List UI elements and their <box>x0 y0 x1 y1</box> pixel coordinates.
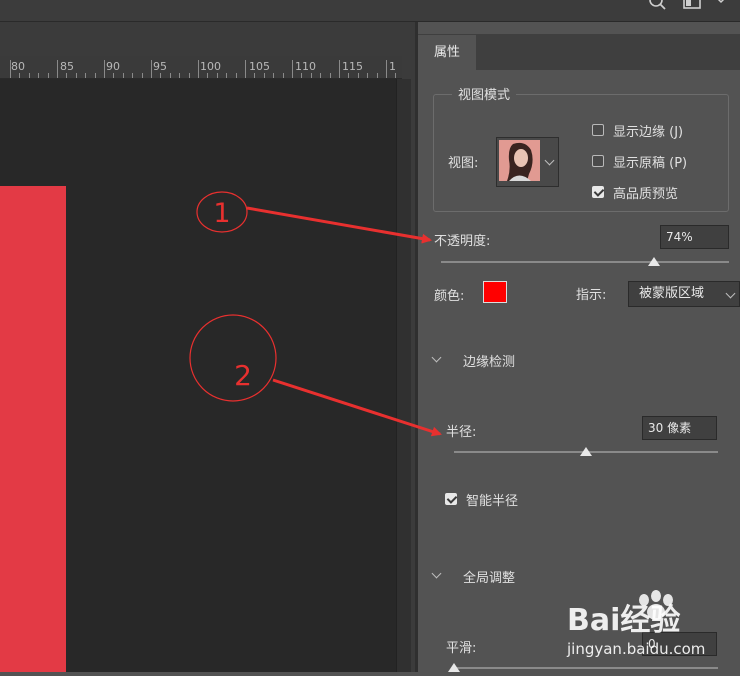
ruler-tick <box>348 73 349 78</box>
ruler-label: 100 <box>200 60 221 73</box>
red-shape <box>0 186 66 672</box>
ruler-tick <box>113 73 114 78</box>
ruler-tick <box>85 73 86 78</box>
show-original-checkbox[interactable] <box>592 155 604 167</box>
ruler-tick <box>66 73 67 78</box>
ruler-tick <box>273 73 274 78</box>
ruler-tick <box>76 73 77 78</box>
ruler-tick <box>170 73 171 78</box>
ruler-tick <box>320 73 321 78</box>
opacity-input[interactable]: 74% <box>660 225 729 249</box>
ruler-tick <box>207 73 208 78</box>
top-bar <box>0 0 740 22</box>
chevron-down-icon <box>544 155 555 166</box>
ruler-tick <box>226 73 227 78</box>
ruler-tick <box>264 73 265 78</box>
view-label: 视图: <box>448 156 479 171</box>
ruler-tick <box>377 73 378 78</box>
ruler-tick <box>236 73 237 78</box>
ruler-tick <box>301 73 302 78</box>
radius-slider-thumb[interactable] <box>580 447 592 456</box>
smart-radius-label: 智能半径 <box>466 494 519 509</box>
ruler-tick <box>160 73 161 78</box>
ruler-label: 115 <box>342 60 363 73</box>
ruler-tick <box>330 73 331 78</box>
ruler-tick <box>367 73 368 78</box>
smooth-label: 平滑: <box>446 641 477 656</box>
ruler-tick <box>217 73 218 78</box>
indicate-select[interactable]: 被蒙版区域 <box>628 281 740 307</box>
view-dropdown-button[interactable] <box>542 137 559 187</box>
ruler-tick <box>339 60 340 78</box>
ruler-label: 80 <box>11 60 25 73</box>
ruler-tick <box>48 73 49 78</box>
chevron-down-icon <box>725 288 736 299</box>
watermark-url: jingyan.baidu.com <box>566 640 705 658</box>
show-edge-checkbox[interactable] <box>592 124 604 136</box>
ruler-tick <box>358 73 359 78</box>
watermark-brand: Bai经验 <box>567 603 680 638</box>
ruler-tick <box>57 60 58 78</box>
ruler-label: 105 <box>249 60 270 73</box>
search-icon[interactable] <box>646 0 668 14</box>
ruler-label: 110 <box>295 60 316 73</box>
color-swatch[interactable] <box>483 281 507 303</box>
ruler-tick <box>95 73 96 78</box>
opacity-slider-thumb[interactable] <box>648 257 661 266</box>
ruler-tick <box>292 60 293 78</box>
color-label: 颜色: <box>434 289 465 304</box>
opacity-label: 不透明度: <box>434 234 491 249</box>
high-quality-preview-label: 高品质预览 <box>613 187 679 202</box>
ruler-tick <box>19 73 20 78</box>
radius-input[interactable]: 30 像素 <box>642 416 717 440</box>
indicate-value: 被蒙版区域 <box>639 286 705 301</box>
ruler-tick <box>132 73 133 78</box>
radius-label: 半径: <box>446 425 477 440</box>
ruler-tick <box>386 60 387 78</box>
ruler-tick <box>311 73 312 78</box>
ruler-tick <box>151 60 152 78</box>
ruler-tick <box>189 73 190 78</box>
ruler-tick <box>104 60 105 78</box>
show-original-label: 显示原稿 (P) <box>613 156 688 171</box>
global-refine-title: 全局调整 <box>463 571 516 586</box>
opacity-slider-track[interactable] <box>441 261 729 263</box>
ruler-tick <box>10 60 11 78</box>
chevron-down-icon[interactable] <box>714 0 728 8</box>
ruler-label: 95 <box>153 60 167 73</box>
watermark: Bai经验 jingyan.baidu.com <box>565 590 740 672</box>
ruler-tick <box>142 73 143 78</box>
workspace-icon[interactable] <box>682 0 704 12</box>
ruler-tick <box>283 73 284 78</box>
smart-radius-checkbox[interactable] <box>445 493 457 505</box>
vertical-scrollbar[interactable] <box>396 79 411 672</box>
ruler-tick <box>395 73 396 78</box>
tab-properties[interactable]: 属性 <box>418 35 476 70</box>
smooth-slider-thumb[interactable] <box>448 663 460 672</box>
horizontal-ruler: 80 85 90 95 100 105 110 115 1 <box>0 56 402 79</box>
ruler-tick <box>179 73 180 78</box>
ruler-label: 90 <box>106 60 120 73</box>
high-quality-preview-checkbox[interactable] <box>592 186 604 198</box>
ruler-tick <box>29 73 30 78</box>
show-edge-label: 显示边缘 (J) <box>613 125 684 140</box>
ruler-tick <box>245 60 246 78</box>
ruler-tick <box>254 73 255 78</box>
ruler-tick <box>123 73 124 78</box>
edge-detection-title: 边缘检测 <box>463 355 516 370</box>
ruler-label: 1 <box>389 60 396 73</box>
indicate-label: 指示: <box>576 288 607 303</box>
ruler-tick <box>38 73 39 78</box>
ruler-tick <box>198 60 199 78</box>
view-thumbnail-image <box>499 140 540 181</box>
view-mode-title: 视图模式 <box>452 84 517 103</box>
ruler-label: 85 <box>60 60 74 73</box>
